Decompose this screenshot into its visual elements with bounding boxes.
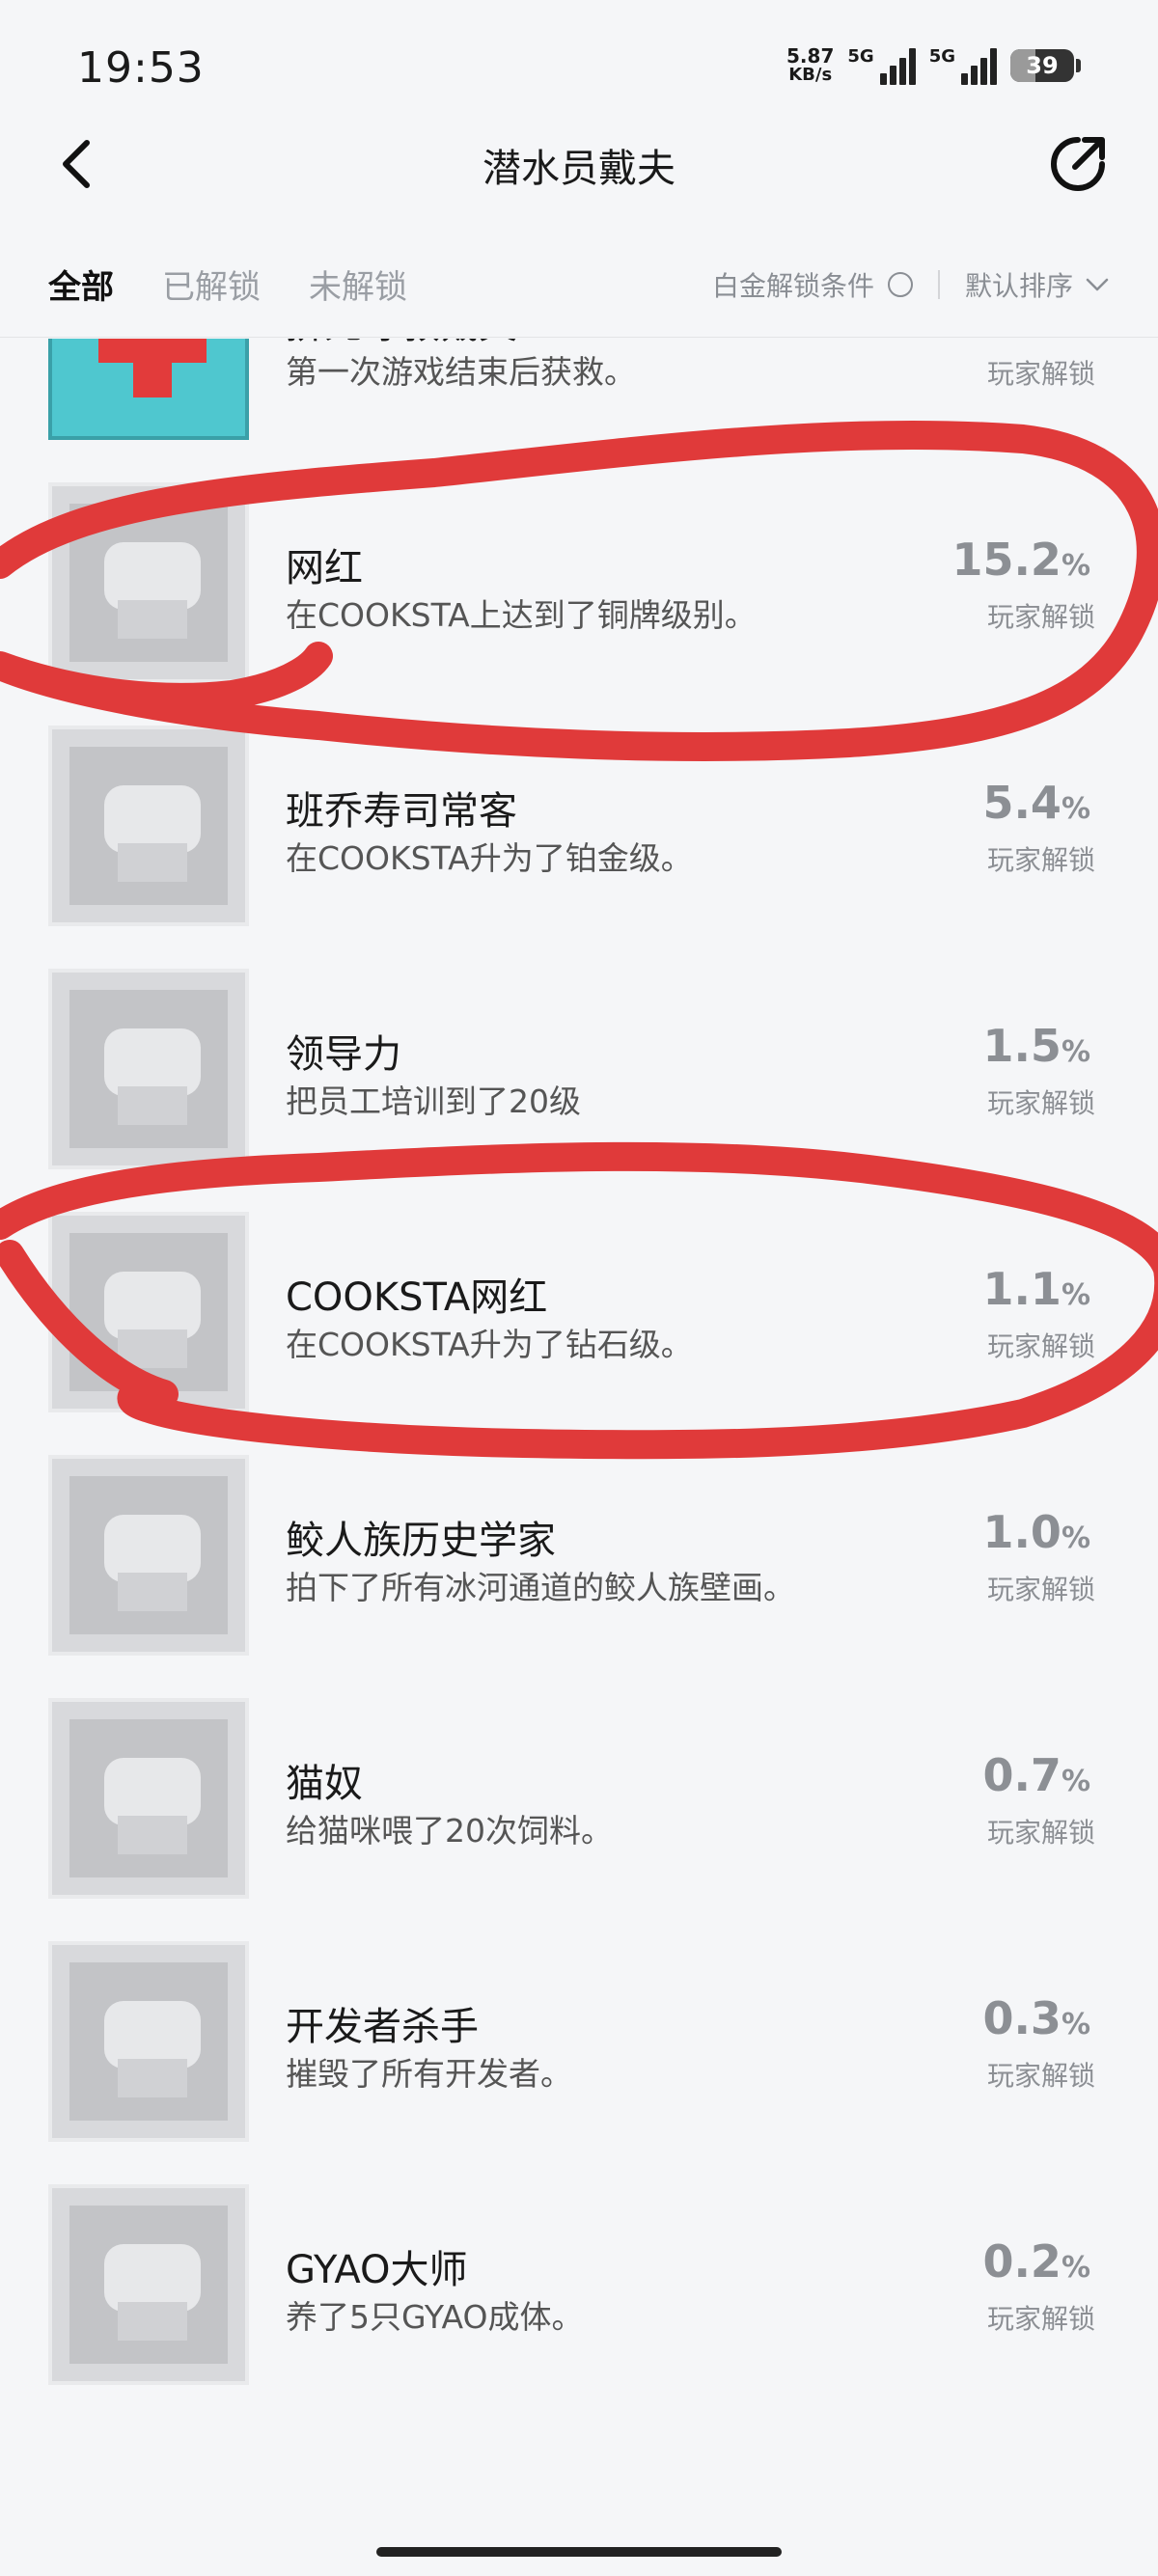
achievement-description: 给猫咪喂了20次饲料。 bbox=[286, 1812, 613, 1850]
percentage-unit: % bbox=[1061, 2251, 1090, 2285]
percentage-value: 0.3 bbox=[982, 1992, 1062, 2044]
snowman-icon bbox=[48, 1941, 249, 2142]
list-item[interactable]: GYAO大师养了5只GYAO成体。 0.2% 玩家解锁 bbox=[0, 2153, 1158, 2397]
list-item[interactable]: 鲛人族历史学家拍下了所有冰河通道的鲛人族壁画。 1.0% 玩家解锁 bbox=[0, 1424, 1158, 1667]
percentage-value: 0.7 bbox=[982, 1749, 1062, 1801]
achievement-name: 领导力 bbox=[286, 1032, 401, 1077]
divider bbox=[937, 270, 940, 299]
achievement-name: 猫奴 bbox=[286, 1762, 363, 1806]
list-item[interactable]: COOKSTA网红在COOKSTA升为了钻石级。 1.1% 玩家解锁 bbox=[0, 1181, 1158, 1424]
status-time: 19:53 bbox=[77, 43, 205, 93]
unlock-label: 玩家解锁 bbox=[986, 1574, 1095, 1605]
unlock-percentage: 0.3% bbox=[982, 1992, 1090, 2044]
status-bar: 19:53 5.87 KB/s 5G 5G 39 bbox=[0, 0, 1158, 135]
chevron-down-icon bbox=[1086, 278, 1109, 291]
unlock-percentage: 0.7% bbox=[982, 1749, 1090, 1801]
percentage-unit: % bbox=[1061, 1035, 1090, 1069]
chef-hat-wreath-icon bbox=[48, 726, 249, 926]
achievement-description: 把员工培训到了20级 bbox=[286, 1082, 581, 1120]
unlock-label: 玩家解锁 bbox=[986, 1330, 1095, 1362]
unlock-percentage: 15.2% bbox=[951, 534, 1090, 586]
percentage-value: 5.4 bbox=[982, 777, 1062, 829]
percentage-unit: % bbox=[1061, 792, 1090, 826]
home-indicator[interactable] bbox=[376, 2547, 782, 2557]
filter-bar: 全部 已解锁 未解锁 白金解锁条件 默认排序 bbox=[0, 246, 1158, 338]
radio-icon bbox=[887, 272, 913, 297]
unlock-label: 玩家解锁 bbox=[986, 1087, 1095, 1119]
sim1-signal-icon: 5G bbox=[847, 46, 916, 85]
unlock-label: 玩家解锁 bbox=[986, 358, 1095, 390]
unlock-percentage: 1.0% bbox=[982, 1506, 1090, 1558]
chef-hat-diamond-icon bbox=[48, 1212, 249, 1412]
list-item[interactable]: 网红在COOKSTA上达到了铜牌级别。 15.2% 玩家解锁 bbox=[0, 452, 1158, 695]
unlock-percentage: 5.4% bbox=[982, 777, 1090, 829]
sort-dropdown[interactable]: 默认排序 bbox=[965, 265, 1110, 304]
achievement-description: 养了5只GYAO成体。 bbox=[286, 2298, 584, 2336]
unlock-percentage: 1.1% bbox=[982, 1263, 1090, 1315]
tab-all[interactable]: 全部 bbox=[48, 260, 114, 308]
achievement-description: 摧毁了所有开发者。 bbox=[286, 2055, 572, 2093]
achievement-description: 在COOKSTA升为了钻石级。 bbox=[286, 1326, 693, 1363]
achievement-name: 网红 bbox=[286, 546, 363, 590]
unlock-label: 玩家解锁 bbox=[986, 1817, 1095, 1849]
sort-label: 默认排序 bbox=[964, 270, 1073, 302]
gyao-5-icon bbox=[48, 2184, 249, 2385]
list-item[interactable]: 拼死呼救戴夫第一次游戏结束后获救。30.6%玩家解锁 bbox=[0, 339, 1158, 452]
list-item[interactable]: 领导力把员工培训到了20级 1.5% 玩家解锁 bbox=[0, 938, 1158, 1181]
percentage-unit: % bbox=[1061, 1278, 1090, 1312]
achievement-name: GYAO大师 bbox=[286, 2248, 468, 2292]
staff-20-icon bbox=[48, 969, 249, 1169]
network-speed: 5.87 KB/s bbox=[786, 44, 835, 85]
stone-tablet-icon bbox=[48, 1455, 249, 1656]
chef-hat-icon bbox=[48, 482, 249, 683]
percentage-value: 1.5 bbox=[982, 1020, 1062, 1072]
list-item[interactable]: 猫奴给猫咪喂了20次饲料。 0.7% 玩家解锁 bbox=[0, 1667, 1158, 1910]
unlock-label: 玩家解锁 bbox=[986, 844, 1095, 876]
filter-tabs: 全部 已解锁 未解锁 bbox=[48, 260, 407, 308]
percentage-value: 15.2 bbox=[951, 534, 1062, 586]
unlock-percentage: 0.2% bbox=[982, 2235, 1090, 2288]
achievement-description: 第一次游戏结束后获救。 bbox=[286, 353, 636, 391]
unlock-label: 玩家解锁 bbox=[986, 2303, 1095, 2335]
achievement-name: 开发者杀手 bbox=[286, 2005, 479, 2049]
tab-locked[interactable]: 未解锁 bbox=[309, 260, 407, 308]
unlock-label: 玩家解锁 bbox=[986, 601, 1095, 633]
achievement-description: 在COOKSTA升为了铂金级。 bbox=[286, 839, 693, 877]
percentage-unit: % bbox=[1061, 1765, 1090, 1798]
percentage-unit: % bbox=[1061, 549, 1090, 583]
achievement-name: 班乔寿司常客 bbox=[286, 789, 517, 834]
percentage-value: 0.2 bbox=[982, 2235, 1062, 2288]
achievement-name: COOKSTA网红 bbox=[286, 1275, 548, 1320]
page-title: 潜水员戴夫 bbox=[482, 147, 676, 191]
percentage-unit: % bbox=[1061, 2008, 1090, 2042]
percentage-value: 1.1 bbox=[982, 1263, 1062, 1315]
platinum-condition-toggle[interactable]: 白金解锁条件 bbox=[712, 265, 913, 304]
percentage-value: 1.0 bbox=[982, 1506, 1062, 1558]
tab-unlocked[interactable]: 已解锁 bbox=[162, 260, 261, 308]
unlock-percentage: 1.5% bbox=[982, 1020, 1090, 1072]
share-icon bbox=[1051, 137, 1105, 191]
list-item[interactable]: 开发者杀手摧毁了所有开发者。 0.3% 玩家解锁 bbox=[0, 1910, 1158, 2153]
status-icons: 5.87 KB/s 5G 5G 39 bbox=[786, 46, 1081, 85]
percentage-value: 30.6 bbox=[951, 339, 1062, 343]
percentage-unit: % bbox=[1061, 1521, 1090, 1555]
cat-icon bbox=[48, 1698, 249, 1899]
achievement-list[interactable]: 拼死呼救戴夫第一次游戏结束后获救。30.6%玩家解锁网红在COOKSTA上达到了… bbox=[0, 339, 1158, 2490]
achievement-description: 拍下了所有冰河通道的鲛人族壁画。 bbox=[286, 1569, 795, 1606]
achievement-name: 鲛人族历史学家 bbox=[286, 1519, 556, 1563]
filter-options: 白金解锁条件 默认排序 bbox=[712, 265, 1110, 304]
percentage-unit: % bbox=[1062, 339, 1090, 340]
battery-icon: 39 bbox=[1010, 49, 1074, 82]
unlock-percentage: 30.6% bbox=[951, 339, 1090, 343]
sim2-signal-icon: 5G bbox=[929, 46, 997, 85]
platinum-condition-label: 白金解锁条件 bbox=[711, 270, 874, 302]
red-cross-icon bbox=[48, 339, 249, 440]
achievement-description: 在COOKSTA上达到了铜牌级别。 bbox=[286, 596, 757, 634]
share-button[interactable] bbox=[1041, 127, 1115, 201]
unlock-label: 玩家解锁 bbox=[986, 2060, 1095, 2092]
list-item[interactable]: 班乔寿司常客在COOKSTA升为了铂金级。 5.4% 玩家解锁 bbox=[0, 695, 1158, 938]
nav-bar: 潜水员戴夫 bbox=[0, 116, 1158, 212]
